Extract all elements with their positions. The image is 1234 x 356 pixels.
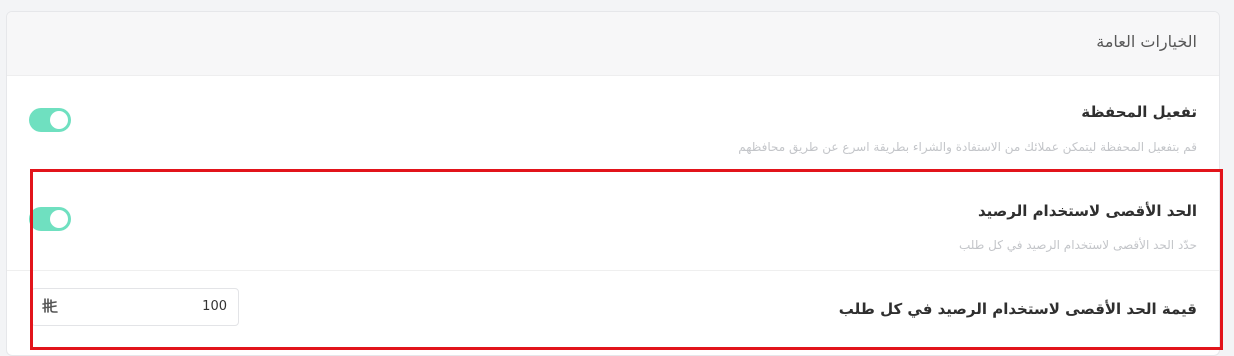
- wallet-title: تفعيل المحفظة: [1081, 103, 1197, 121]
- max-value-text: 100: [202, 299, 227, 314]
- max-value-label: قيمة الحد الأقصى لاستخدام الرصيد في كل ط…: [838, 300, 1197, 318]
- card-title: الخيارات العامة: [1096, 32, 1197, 51]
- currency-icon: [42, 297, 58, 319]
- card-header: الخيارات العامة: [7, 12, 1219, 76]
- toggle-knob: [50, 111, 68, 129]
- toggle-knob: [50, 210, 68, 228]
- max-balance-title: الحد الأقصى لاستخدام الرصيد: [977, 202, 1197, 220]
- row-divider: [7, 270, 1219, 271]
- max-value-input[interactable]: 100: [31, 288, 239, 326]
- max-balance-toggle[interactable]: [29, 207, 71, 231]
- wallet-description: قم بتفعيل المحفظة ليتمكن عملائك من الاست…: [738, 140, 1197, 154]
- wallet-toggle[interactable]: [29, 108, 71, 132]
- general-options-card: الخيارات العامة تفعيل المحفظة قم بتفعيل …: [6, 11, 1220, 356]
- max-balance-description: حدّد الحد الأقصى لاستخدام الرصيد في كل ط…: [958, 238, 1197, 252]
